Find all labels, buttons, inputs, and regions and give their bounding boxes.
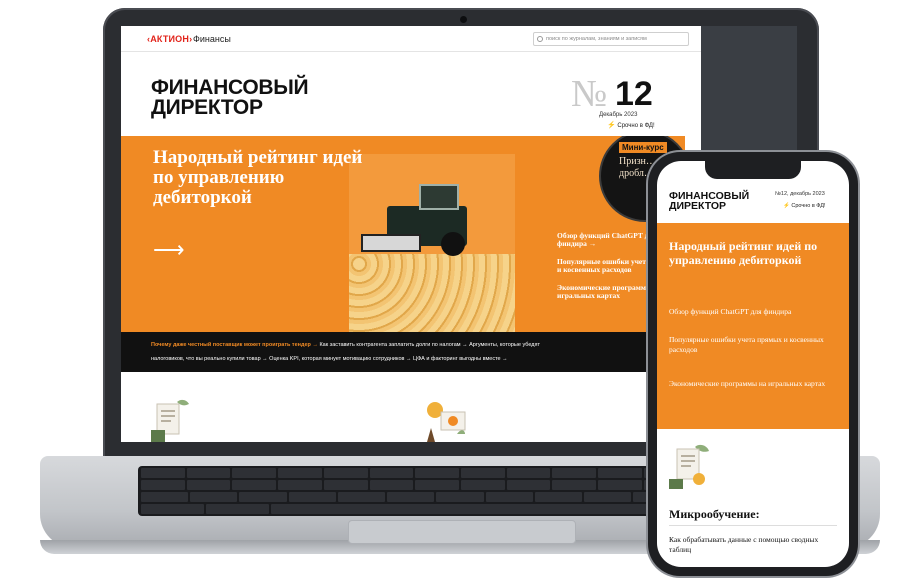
ticker-highlight-link[interactable]: Почему даже честный поставщик может прои… bbox=[151, 342, 311, 348]
magazine-title[interactable]: ФИНАНСОВЫЙ ДИРЕКТОР bbox=[151, 76, 309, 119]
urgent-link[interactable]: ⚡ Срочно в ФД! bbox=[607, 121, 655, 129]
harvester-illustration bbox=[361, 176, 481, 262]
key bbox=[598, 480, 642, 490]
trackpad bbox=[348, 520, 576, 544]
key bbox=[206, 504, 269, 514]
key bbox=[506, 480, 551, 490]
phone-divider bbox=[669, 525, 837, 526]
ticker-row-1: Почему даже честный поставщик может прои… bbox=[151, 342, 540, 348]
phone-issue-date: №12, декабрь 2023 bbox=[775, 191, 825, 197]
key bbox=[485, 492, 533, 502]
key bbox=[415, 468, 460, 478]
bolt-icon: ⚡ bbox=[783, 203, 790, 209]
key bbox=[598, 468, 642, 478]
phone-course-link[interactable]: Как обрабатывать данные с помощью сводны… bbox=[669, 535, 839, 555]
phone-urgent-link[interactable]: ⚡ Срочно в ФД! bbox=[783, 203, 826, 209]
key bbox=[369, 480, 414, 490]
harvester-cab bbox=[419, 184, 459, 210]
key bbox=[141, 468, 185, 478]
key bbox=[415, 480, 460, 490]
key bbox=[461, 468, 505, 478]
key bbox=[186, 468, 231, 478]
ticker-links-1[interactable]: Как заставить контрагента заплатить долг… bbox=[319, 342, 540, 348]
phone-hero-link-chatgpt[interactable]: Обзор функций ChatGPT для финдира bbox=[669, 307, 845, 317]
ticker-row-2[interactable]: налоговиков, что вы реально купили товар… bbox=[151, 356, 508, 362]
issue-number-block: № 12 bbox=[571, 74, 661, 114]
issue-sign: № bbox=[571, 73, 608, 115]
key bbox=[278, 468, 322, 478]
issue-date: Декабрь 2023 bbox=[599, 112, 638, 118]
phone-section-title: Микрообучение: bbox=[669, 507, 760, 521]
brand-logo[interactable]: ‹АКТИОН› bbox=[147, 34, 192, 44]
phone-hero-link-cards[interactable]: Экономические программы на игральных кар… bbox=[669, 379, 845, 389]
space-key bbox=[271, 504, 649, 514]
phone-magazine-title[interactable]: ФИНАНСОВЫЙ ДИРЕКТОР bbox=[669, 191, 749, 212]
brand-section-label[interactable]: Финансы bbox=[193, 34, 231, 44]
key bbox=[232, 468, 277, 478]
phone-title-line2: ДИРЕКТОР bbox=[669, 200, 727, 212]
key bbox=[323, 480, 368, 490]
phone-hero-link-errors[interactable]: Популярные ошибки учета прямых и косвенн… bbox=[669, 335, 845, 355]
key bbox=[337, 492, 386, 502]
key bbox=[186, 480, 231, 490]
urgent-link-label: Срочно в ФД! bbox=[617, 123, 655, 129]
key bbox=[141, 504, 204, 514]
key bbox=[190, 492, 238, 502]
key bbox=[288, 492, 336, 502]
search-placeholder: поиск по журналам, знаниям и записям bbox=[546, 36, 647, 42]
key bbox=[534, 492, 583, 502]
key bbox=[552, 468, 597, 478]
key bbox=[278, 480, 322, 490]
document-award-icon bbox=[151, 399, 189, 442]
search-input[interactable]: поиск по журналам, знаниям и записям bbox=[533, 32, 689, 46]
search-icon bbox=[537, 36, 543, 42]
news-ticker: Почему даже честный поставщик может прои… bbox=[121, 332, 685, 372]
arrow-right-icon[interactable]: ⟶ bbox=[153, 239, 185, 261]
key bbox=[232, 480, 277, 490]
harvester-header bbox=[361, 234, 421, 252]
key bbox=[323, 468, 368, 478]
arrow-right-icon: → bbox=[312, 342, 318, 348]
document-award-icon bbox=[669, 444, 709, 489]
magazine-title-line2: ДИРЕКТОР bbox=[151, 96, 263, 119]
site-header: ‹АКТИОН› Финансы поиск по журналам, знан… bbox=[121, 26, 701, 52]
phone-hero-banner: Народный рейтинг идей по управлению деби… bbox=[657, 223, 849, 429]
key bbox=[584, 492, 632, 502]
key bbox=[461, 480, 505, 490]
hero-illustration bbox=[349, 154, 515, 332]
phone-hero-headline[interactable]: Народный рейтинг идей по управлению деби… bbox=[669, 239, 841, 267]
coins-field-illustration bbox=[349, 254, 515, 332]
key bbox=[387, 492, 435, 502]
camera-icon bbox=[460, 16, 467, 23]
chart-coins-icon bbox=[427, 402, 466, 442]
harvester-wheel bbox=[441, 232, 465, 256]
mini-course-label: Мини-курс bbox=[619, 142, 667, 153]
hero-banner: Народный рейтинг идей по управлению деби… bbox=[121, 136, 685, 332]
phone-notch bbox=[705, 161, 801, 179]
bolt-icon: ⚡ bbox=[607, 122, 616, 129]
magazine-title-line1: ФИНАНСОВЫЙ bbox=[151, 76, 309, 99]
key bbox=[506, 468, 551, 478]
key bbox=[369, 468, 414, 478]
phone-screen: ФИНАНСОВЫЙ ДИРЕКТОР №12, декабрь 2023 ⚡ … bbox=[657, 161, 849, 567]
laptop-webpage: ‹АКТИОН› Финансы поиск по журналам, знан… bbox=[121, 26, 701, 442]
key bbox=[141, 480, 185, 490]
key bbox=[552, 480, 597, 490]
hero-headline[interactable]: Народный рейтинг идей по управлению деби… bbox=[153, 148, 363, 208]
key bbox=[239, 492, 287, 502]
key bbox=[141, 492, 189, 502]
key bbox=[436, 492, 484, 502]
phone-urgent-link-label: Срочно в ФД! bbox=[791, 203, 826, 209]
issue-number: 12 bbox=[615, 75, 653, 113]
